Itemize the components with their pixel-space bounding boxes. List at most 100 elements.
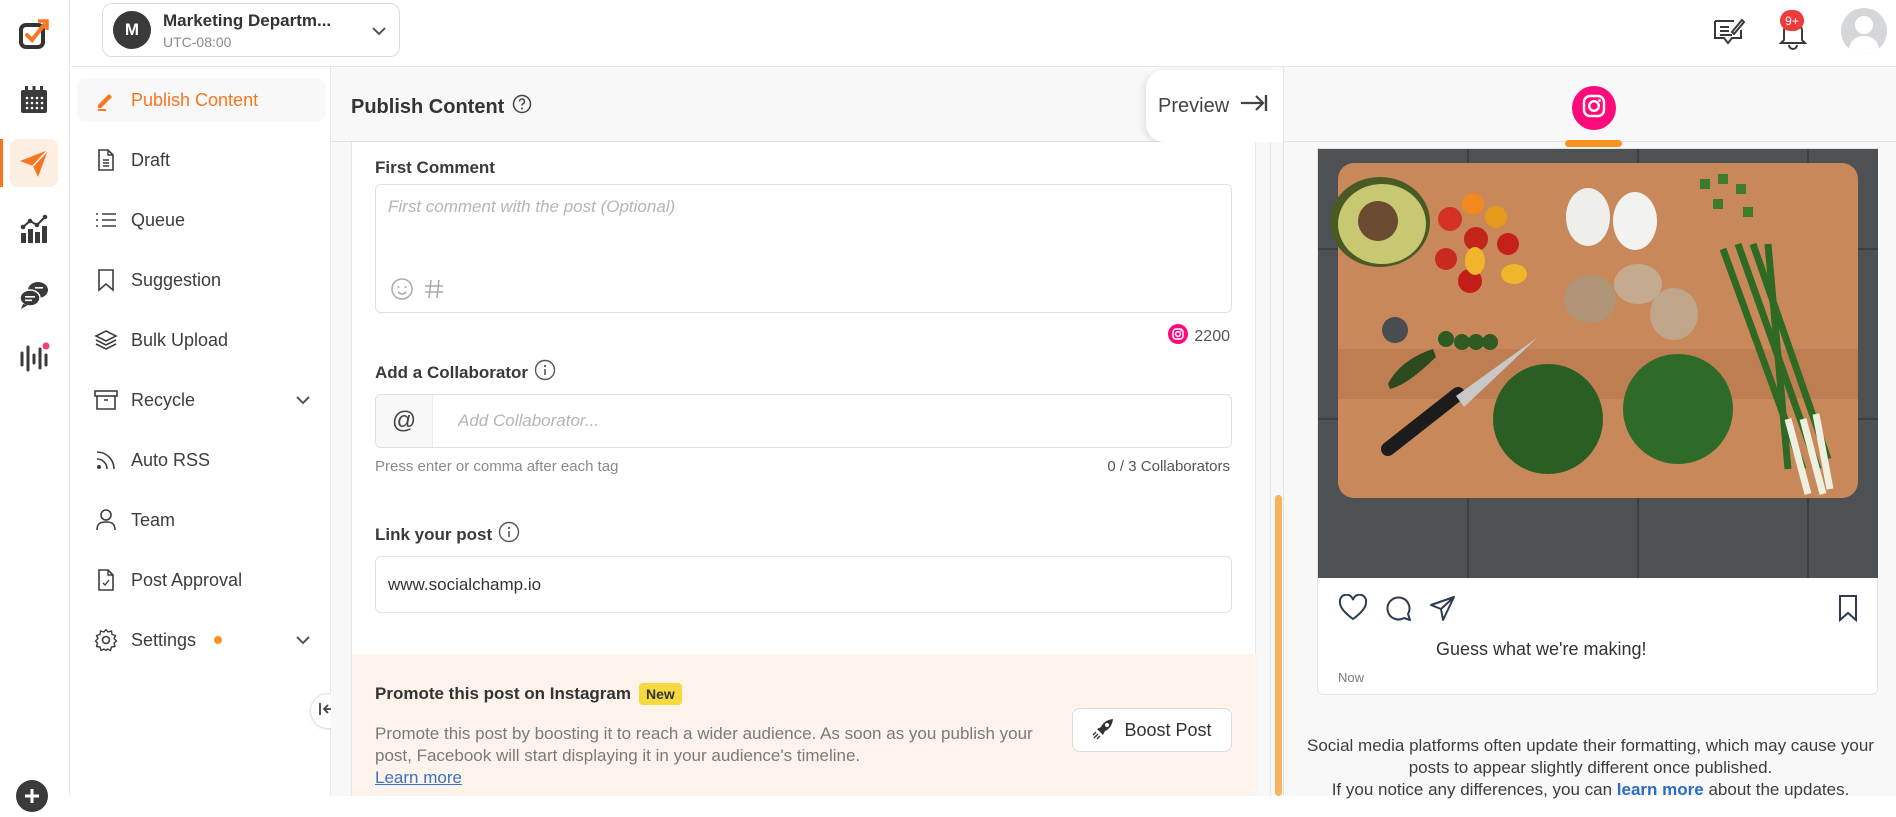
gear-icon [93, 627, 119, 653]
list-icon [93, 207, 119, 233]
account-avatar: M [113, 11, 151, 49]
first-comment-field [375, 184, 1232, 313]
instagram-icon [1168, 324, 1189, 349]
tab-instagram[interactable] [1572, 86, 1616, 130]
promote-title: Promote this post on Instagram [375, 684, 631, 703]
boost-post-button[interactable]: Boost Post [1072, 708, 1232, 752]
preview-toggle-button[interactable]: Preview [1146, 70, 1284, 142]
content-body: First Comment 2200 Add a Collaborator @ … [331, 142, 1283, 796]
heart-icon[interactable] [1338, 593, 1368, 627]
notice-suffix: about the updates. [1703, 780, 1850, 799]
link-input[interactable] [388, 557, 1218, 612]
page-title: Publish Content [351, 95, 505, 118]
sidebar-item-post-approval[interactable]: Post Approval [77, 558, 325, 602]
analytics-chart-icon[interactable] [10, 205, 58, 253]
collaborator-hint: Press enter or comma after each tag [375, 458, 619, 475]
layers-icon [93, 327, 119, 353]
promote-description: Promote this post by boosting it to reac… [375, 723, 1035, 789]
add-icon[interactable] [16, 780, 48, 812]
post-caption: Guess what we're making! [1436, 639, 1647, 659]
rail-active-indicator [0, 139, 3, 187]
bookmark-icon [93, 267, 119, 293]
sidebar-item-draft[interactable]: Draft [77, 138, 325, 182]
collaborator-input[interactable] [433, 395, 1231, 447]
sidebar-nav: Publish Content Draft Queue Suggestion B… [71, 67, 331, 796]
formatting-notice: Social media platforms often update thei… [1294, 735, 1887, 801]
sidebar-item-label: Team [131, 509, 176, 530]
rss-icon [93, 447, 119, 473]
info-icon[interactable] [534, 359, 556, 386]
pencil-icon [93, 87, 119, 113]
chevron-down-icon [369, 21, 389, 46]
sidebar-item-suggestion[interactable]: Suggestion [77, 258, 325, 302]
sidebar-item-label: Auto RSS [131, 449, 211, 470]
sidebar-item-publish-content[interactable]: Publish Content [77, 78, 325, 122]
instagram-post-preview: Guess what we're making! Now [1317, 148, 1878, 695]
sidebar-item-label: Bulk Upload [131, 329, 229, 350]
post-time: Now [1338, 670, 1365, 685]
sidebar-item-label: Settings [131, 629, 197, 650]
chevron-down-icon [293, 630, 313, 655]
content-header: Publish Content Preview [331, 67, 1284, 142]
sidebar-item-auto-rss[interactable]: Auto RSS [77, 438, 325, 482]
character-count-value: 2200 [1194, 327, 1230, 345]
account-name: Marketing Departm... [163, 10, 332, 30]
new-badge: New [638, 683, 682, 705]
account-timezone: UTC-08:00 [163, 33, 232, 50]
post-form: First Comment 2200 Add a Collaborator @ … [351, 142, 1257, 796]
chat-bubbles-icon[interactable] [10, 270, 58, 318]
share-icon[interactable] [1428, 594, 1456, 627]
compose-feedback-icon[interactable] [1712, 16, 1746, 53]
preview-label: Preview [1158, 94, 1230, 117]
account-switcher[interactable]: M Marketing Departm... UTC-08:00 [102, 3, 400, 57]
link-label: Link your post [375, 524, 493, 544]
hashtag-icon[interactable] [422, 277, 446, 306]
first-comment-input[interactable] [388, 197, 1218, 257]
calendar-icon[interactable] [10, 76, 58, 124]
sidebar-item-label: Queue [131, 209, 186, 230]
notification-badge: 9+ [1780, 10, 1804, 31]
learn-more-link[interactable]: Learn more [375, 768, 462, 787]
at-icon: @ [376, 395, 433, 447]
collaborator-count: 0 / 3 Collaborators [1107, 458, 1230, 475]
info-icon[interactable] [498, 521, 520, 548]
content-scrollbar-thumb[interactable] [1275, 495, 1282, 796]
preview-network-tabs [1284, 67, 1896, 147]
active-tab-indicator [1565, 140, 1622, 147]
sidebar-item-label: Recycle [131, 389, 196, 410]
user-avatar[interactable] [1841, 8, 1887, 54]
preview-panel: Guess what we're making! Now Social medi… [1283, 67, 1896, 799]
arrow-right-to-bar-icon [1239, 93, 1269, 119]
sidebar-item-queue[interactable]: Queue [77, 198, 325, 242]
socialchamp-logo-icon[interactable] [10, 10, 58, 58]
sidebar-item-label: Post Approval [131, 569, 243, 590]
user-icon [93, 507, 119, 533]
help-icon[interactable] [512, 94, 532, 120]
link-field [375, 556, 1232, 613]
notice-prefix: If you notice any differences, you can [1331, 780, 1617, 799]
collaborator-field: @ [375, 394, 1232, 448]
notice-learn-more-link[interactable]: learn more [1617, 780, 1704, 799]
paper-plane-icon[interactable] [10, 139, 58, 187]
comment-icon[interactable] [1384, 594, 1412, 627]
sidebar-item-settings[interactable]: Settings [77, 618, 325, 662]
audio-wave-icon[interactable] [10, 333, 58, 381]
first-comment-label: First Comment [375, 158, 495, 177]
promote-description-text: Promote this post by boosting it to reac… [375, 724, 1033, 765]
notice-text: Social media platforms often update thei… [1307, 736, 1874, 777]
sidebar-item-bulk-upload[interactable]: Bulk Upload [77, 318, 325, 362]
settings-alert-dot [214, 636, 223, 644]
collaborator-label: Add a Collaborator [375, 362, 529, 382]
sidebar-item-label: Suggestion [131, 269, 222, 290]
emoji-icon[interactable] [390, 277, 414, 306]
document-icon [93, 147, 119, 173]
promote-section: Promote this post on Instagram New Promo… [352, 654, 1257, 796]
chevron-down-icon [293, 390, 313, 415]
archive-box-icon [93, 387, 119, 413]
sidebar-item-team[interactable]: Team [77, 498, 325, 542]
character-count: 2200 [1168, 324, 1230, 349]
save-bookmark-icon[interactable] [1837, 594, 1859, 627]
document-check-icon [93, 567, 119, 593]
sidebar-item-recycle[interactable]: Recycle [77, 378, 325, 422]
rocket-icon [1092, 716, 1116, 745]
